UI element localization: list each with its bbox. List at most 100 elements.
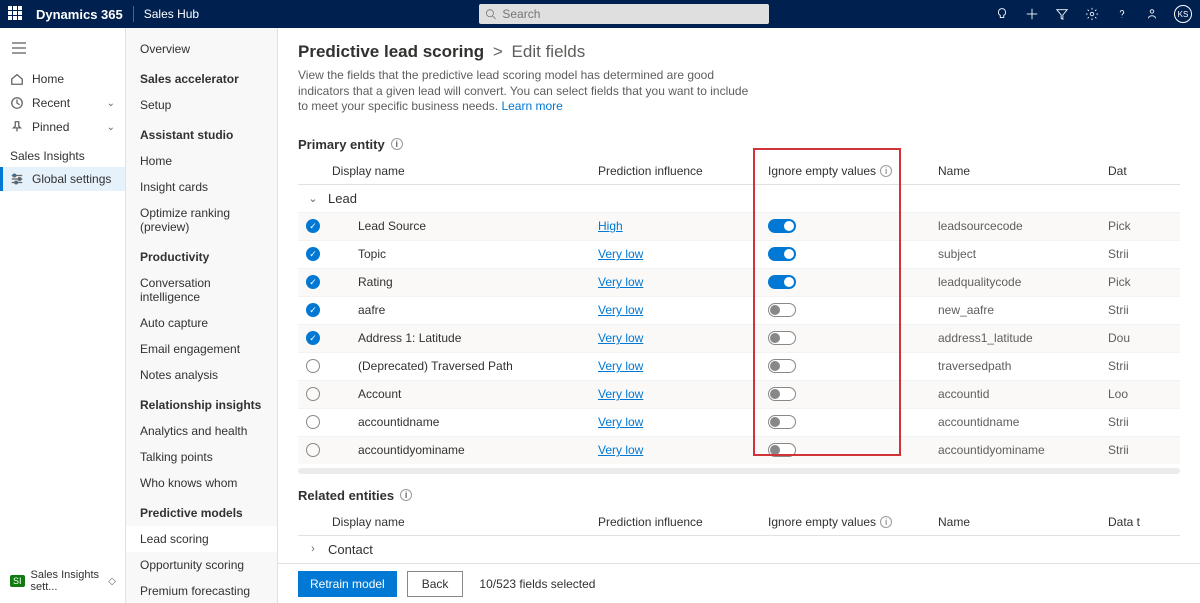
row-checkbox[interactable] xyxy=(306,387,320,401)
field-data-type: Strii xyxy=(1108,359,1148,373)
prediction-influence-link[interactable]: Very low xyxy=(598,359,643,373)
table-row[interactable]: aafreVery lownew_aafreStrii xyxy=(298,296,1180,324)
table-row[interactable]: RatingVery lowleadqualitycodePick xyxy=(298,268,1180,296)
hamburger-icon[interactable] xyxy=(0,38,125,67)
filter-icon[interactable] xyxy=(1054,6,1070,22)
subnav-setup[interactable]: Setup xyxy=(126,92,277,118)
subnav-conversation-intelligence[interactable]: Conversation intelligence xyxy=(126,270,277,310)
lightbulb-icon[interactable] xyxy=(994,6,1010,22)
back-button[interactable]: Back xyxy=(407,571,464,597)
col-display-name[interactable]: Display name xyxy=(328,164,598,178)
grid-header: Display name Prediction influence Ignore… xyxy=(298,158,1180,185)
chevron-right-icon: › xyxy=(298,543,328,555)
ignore-empty-toggle[interactable] xyxy=(768,247,796,261)
prediction-influence-link[interactable]: Very low xyxy=(598,331,643,345)
nav-recent[interactable]: Recent ⌄ xyxy=(0,91,125,115)
col-ignore-empty[interactable]: Ignore empty valuesi xyxy=(768,164,938,178)
subnav-talking-points[interactable]: Talking points xyxy=(126,444,277,470)
subnav-opportunity-scoring[interactable]: Opportunity scoring xyxy=(126,552,277,578)
subnav-premium-forecasting[interactable]: Premium forecasting xyxy=(126,578,277,603)
info-icon[interactable]: i xyxy=(880,516,892,528)
col-data-type[interactable]: Data t xyxy=(1108,515,1148,529)
retrain-button[interactable]: Retrain model xyxy=(298,571,397,597)
prediction-influence-link[interactable]: Very low xyxy=(598,303,643,317)
row-checkbox[interactable] xyxy=(306,219,320,233)
crumb-root[interactable]: Predictive lead scoring xyxy=(298,42,484,61)
nav-global-settings[interactable]: Global settings xyxy=(0,167,125,191)
subnav-insight-cards[interactable]: Insight cards xyxy=(126,174,277,200)
group-lead[interactable]: ⌄ Lead xyxy=(298,185,1180,212)
search-input[interactable] xyxy=(502,7,763,21)
ignore-empty-toggle[interactable] xyxy=(768,275,796,289)
row-checkbox[interactable] xyxy=(306,247,320,261)
ignore-empty-toggle[interactable] xyxy=(768,415,796,429)
prediction-influence-link[interactable]: Very low xyxy=(598,443,643,457)
horizontal-scrollbar[interactable] xyxy=(298,468,1180,474)
subnav-notes-analysis[interactable]: Notes analysis xyxy=(126,362,277,388)
subnav-group-assistant-studio: Assistant studio xyxy=(126,118,277,148)
area-switcher[interactable]: SI Sales Insights sett... ◇ xyxy=(6,565,120,597)
field-display-name: accountidname xyxy=(328,415,598,429)
group-lead-label: Lead xyxy=(328,191,357,206)
info-icon[interactable]: i xyxy=(400,489,412,501)
subnav-lead-scoring[interactable]: Lead scoring xyxy=(126,526,277,552)
table-row[interactable]: AccountVery lowaccountidLoo xyxy=(298,380,1180,408)
subnav-auto-capture[interactable]: Auto capture xyxy=(126,310,277,336)
col-ignore-empty[interactable]: Ignore empty valuesi xyxy=(768,515,938,529)
prediction-influence-link[interactable]: Very low xyxy=(598,247,643,261)
ignore-empty-toggle[interactable] xyxy=(768,443,796,457)
brand-label: Dynamics 365 xyxy=(36,7,123,22)
table-row[interactable]: Lead SourceHighleadsourcecodePick xyxy=(298,212,1180,240)
table-row[interactable]: accountidyominameVery lowaccountidyomina… xyxy=(298,436,1180,464)
prediction-influence-link[interactable]: High xyxy=(598,219,623,233)
col-display-name[interactable]: Display name xyxy=(328,515,598,529)
subnav-email-engagement[interactable]: Email engagement xyxy=(126,336,277,362)
row-checkbox[interactable] xyxy=(306,331,320,345)
subnav-analytics-health[interactable]: Analytics and health xyxy=(126,418,277,444)
row-checkbox[interactable] xyxy=(306,443,320,457)
row-checkbox[interactable] xyxy=(306,359,320,373)
plus-icon[interactable] xyxy=(1024,6,1040,22)
subnav-group-predictive-models: Predictive models xyxy=(126,496,277,526)
field-system-name: subject xyxy=(938,247,1108,261)
col-name[interactable]: Name xyxy=(938,164,1108,178)
table-row[interactable]: accountidnameVery lowaccountidnameStrii xyxy=(298,408,1180,436)
assistant-icon[interactable] xyxy=(1144,6,1160,22)
nav-home[interactable]: Home xyxy=(0,67,125,91)
table-row[interactable]: Address 1: LatitudeVery lowaddress1_lati… xyxy=(298,324,1180,352)
table-row[interactable]: TopicVery lowsubjectStrii xyxy=(298,240,1180,268)
info-icon[interactable]: i xyxy=(391,138,403,150)
group-contact[interactable]: › Contact xyxy=(298,536,1180,563)
subnav-optimize-ranking[interactable]: Optimize ranking (preview) xyxy=(126,200,277,240)
help-icon[interactable] xyxy=(1114,6,1130,22)
search-box[interactable] xyxy=(479,4,769,24)
prediction-influence-link[interactable]: Very low xyxy=(598,387,643,401)
row-checkbox[interactable] xyxy=(306,275,320,289)
subnav-who-knows-whom[interactable]: Who knows whom xyxy=(126,470,277,496)
ignore-empty-toggle[interactable] xyxy=(768,303,796,317)
ignore-empty-toggle[interactable] xyxy=(768,387,796,401)
ignore-empty-toggle[interactable] xyxy=(768,331,796,345)
row-checkbox[interactable] xyxy=(306,415,320,429)
field-display-name: Rating xyxy=(328,275,598,289)
info-icon[interactable]: i xyxy=(880,165,892,177)
col-prediction-influence[interactable]: Prediction influence xyxy=(598,515,768,529)
col-prediction-influence[interactable]: Prediction influence xyxy=(598,164,768,178)
prediction-influence-link[interactable]: Very low xyxy=(598,275,643,289)
prediction-influence-link[interactable]: Very low xyxy=(598,415,643,429)
nav-pinned[interactable]: Pinned ⌄ xyxy=(0,115,125,139)
ignore-empty-toggle[interactable] xyxy=(768,359,796,373)
chevron-updown-icon: ◇ xyxy=(108,576,116,587)
learn-more-link[interactable]: Learn more xyxy=(501,99,562,113)
ignore-empty-toggle[interactable] xyxy=(768,219,796,233)
row-checkbox[interactable] xyxy=(306,303,320,317)
gear-icon[interactable] xyxy=(1084,6,1100,22)
subnav-assistant-home[interactable]: Home xyxy=(126,148,277,174)
subnav-overview[interactable]: Overview xyxy=(126,38,277,62)
col-data-type[interactable]: Dat xyxy=(1108,164,1148,178)
avatar[interactable]: KS xyxy=(1174,5,1192,23)
col-name[interactable]: Name xyxy=(938,515,1108,529)
app-launcher-icon[interactable] xyxy=(8,6,24,22)
table-row[interactable]: (Deprecated) Traversed PathVery lowtrave… xyxy=(298,352,1180,380)
search-icon xyxy=(485,8,496,20)
